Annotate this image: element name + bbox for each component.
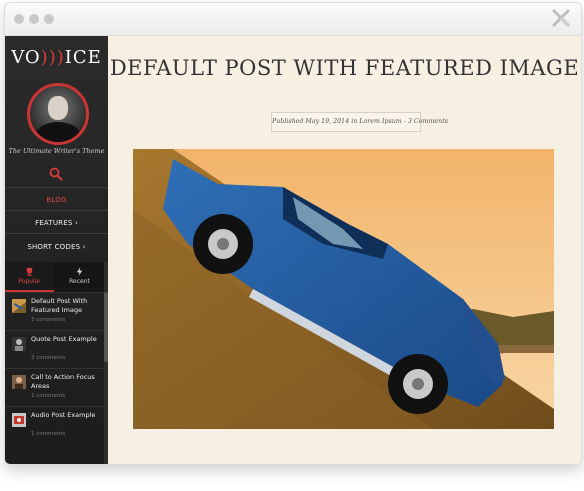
post-title: Quote Post Example [31, 335, 97, 343]
author-avatar[interactable] [27, 83, 89, 145]
post-title: Audio Post Example [31, 411, 96, 419]
featured-image[interactable] [133, 149, 554, 429]
chevron-right-icon: › [82, 243, 86, 251]
window-dot-1[interactable] [14, 14, 24, 24]
tab-popular[interactable]: Popular [5, 262, 54, 292]
title-bar [5, 3, 581, 36]
site-tagline: The Ultimate Writer's Theme [8, 147, 105, 155]
browser-window: VO)))ICE The Ultimate Writer's Theme BLO… [4, 2, 582, 465]
bolt-icon [76, 267, 83, 276]
post-thumbnail [12, 337, 26, 351]
tab-recent[interactable]: Recent [55, 262, 104, 292]
nav-divider [5, 233, 108, 234]
list-item[interactable]: Call to Action Focus Areas 1 comments [5, 368, 104, 407]
trophy-icon [26, 267, 33, 276]
nav-item-label: SHORT CODES [27, 243, 81, 251]
post-comments: 3 comments [31, 317, 66, 323]
nav-item-label: BLOG [46, 196, 67, 204]
nav-divider [5, 187, 108, 188]
post-meta: Published May 19, 2014 in Lorem Ipsum - … [271, 112, 448, 132]
post-thumbnail [12, 413, 26, 427]
logo-text-start: VO [11, 47, 41, 68]
tab-label: Popular [18, 278, 41, 285]
window-dot-2[interactable] [29, 14, 39, 24]
site-logo[interactable]: VO)))ICE [5, 47, 108, 68]
sidebar: VO)))ICE The Ultimate Writer's Theme BLO… [5, 36, 108, 464]
nav-item-blog[interactable]: BLOG [5, 196, 108, 204]
list-item[interactable]: Quote Post Example 3 comments [5, 330, 104, 369]
close-icon[interactable] [551, 8, 571, 28]
nav-item-label: FEATURES [35, 219, 73, 227]
post-comments: 1 comments [31, 431, 66, 437]
list-item[interactable]: Audio Post Example 1 comments [5, 406, 104, 445]
logo-text-end: ICE [64, 47, 102, 68]
chevron-right-icon: › [74, 219, 78, 227]
avatar-body [36, 122, 80, 142]
post-comments: 3 comments [31, 355, 66, 361]
post-title: Call to Action Focus Areas [31, 373, 95, 390]
list-item[interactable]: Default Post With Featured Image 3 comme… [5, 292, 104, 331]
nav-divider [5, 210, 108, 211]
nav-item-short-codes[interactable]: SHORT CODES › [5, 243, 108, 251]
nav-item-features[interactable]: FEATURES › [5, 219, 108, 227]
post-thumbnail [12, 375, 26, 389]
logo-sound-waves: ))) [40, 47, 65, 68]
post-title: Default Post With Featured Image [31, 297, 88, 314]
main-content: DEFAULT POST WITH FEATURED IMAGE Publish… [108, 36, 581, 464]
widget-tabs: Popular Recent [5, 262, 104, 292]
post-comments: 1 comments [31, 393, 66, 399]
post-thumbnail [12, 299, 26, 313]
tab-label: Recent [69, 278, 90, 285]
post-title[interactable]: DEFAULT POST WITH FEATURED IMAGE [108, 56, 581, 80]
avatar-head [48, 96, 68, 120]
search-icon[interactable] [49, 167, 63, 181]
window-dot-3[interactable] [44, 14, 54, 24]
